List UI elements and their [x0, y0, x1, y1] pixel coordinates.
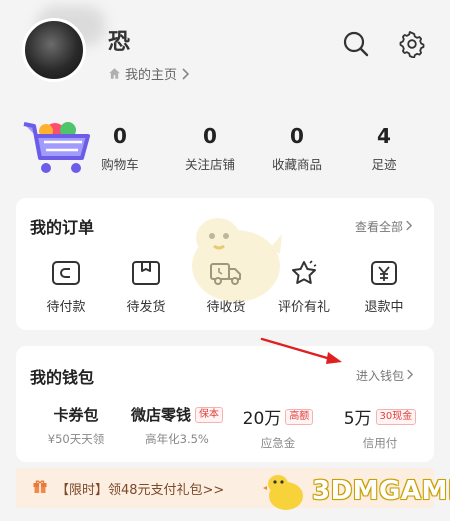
home-icon: [108, 67, 121, 80]
wallet-credit-tag: 30现金: [375, 408, 417, 425]
order-pending-payment-label: 待付款: [46, 300, 86, 315]
stat-favorites-value: 0: [290, 124, 304, 148]
wallet-change-title: 微店零钱: [130, 406, 191, 424]
annotation-arrow: [258, 336, 348, 370]
wallet-title: 我的钱包: [30, 368, 95, 387]
stat-favorites[interactable]: 0 收藏商品: [257, 124, 337, 173]
wallet-change[interactable]: 微店零钱 保本 高年化3.5%: [122, 404, 232, 447]
chevron-right-icon: [406, 369, 414, 383]
wallet-emergency-sub: 应急金: [260, 436, 296, 450]
wallet-coupons-title: 卡券包: [53, 406, 99, 424]
orders-view-all-link[interactable]: 查看全部: [355, 218, 413, 235]
wallet-card-icon: [26, 258, 106, 288]
wallet-change-sub: 高年化3.5%: [145, 432, 209, 446]
home-page-link[interactable]: 我的主页: [108, 64, 190, 83]
refund-yen-icon: [344, 258, 424, 288]
package-box-icon: [106, 258, 186, 288]
search-icon[interactable]: [340, 28, 372, 60]
wallet-change-tag: 保本: [195, 406, 223, 423]
stat-followed-shops-value: 0: [203, 124, 217, 148]
wallet-coupons-sub: ¥50天天领: [47, 432, 105, 446]
wallet-enter-link[interactable]: 进入钱包: [356, 367, 414, 384]
stat-footprints-label: 足迹: [371, 157, 397, 172]
wallet-credit-sub: 信用付: [362, 436, 398, 450]
promo-text: 【限时】领48元支付礼包>>: [56, 482, 225, 498]
wallet-emergency-fund[interactable]: 20万 高额 应急金: [236, 404, 320, 451]
stat-footprints[interactable]: 4 足迹: [344, 124, 424, 173]
avatar[interactable]: [22, 18, 86, 82]
orders-title: 我的订单: [30, 218, 95, 237]
wallet-emergency-tag: 高额: [285, 408, 314, 425]
settings-gear-icon[interactable]: [396, 28, 428, 60]
chevron-right-icon: [181, 67, 190, 80]
orders-view-all-label: 查看全部: [355, 220, 404, 234]
wallet-credit-pay[interactable]: 5万 30现金 信用付: [334, 404, 426, 451]
order-pending-shipment-label: 待发货: [126, 300, 166, 315]
wallet-emergency-amount: 20万: [242, 409, 282, 429]
watermark-logo: 3DMGAME: [262, 470, 450, 512]
order-pending-payment[interactable]: 待付款: [26, 258, 106, 315]
watermark-text: 3DMGAME: [312, 476, 450, 506]
watermark-duck: [178, 208, 288, 312]
stat-favorites-label: 收藏商品: [271, 157, 322, 172]
stat-footprints-value: 4: [377, 124, 391, 148]
home-link-label: 我的主页: [125, 68, 178, 83]
wallet-coupons[interactable]: 卡券包 ¥50天天领: [36, 404, 116, 447]
order-pending-shipment[interactable]: 待发货: [106, 258, 186, 315]
stat-cart-label: 购物车: [101, 157, 139, 172]
chevron-right-icon: [405, 220, 413, 234]
order-refund-label: 退款中: [364, 300, 404, 315]
stat-followed-shops[interactable]: 0 关注店铺: [170, 124, 250, 173]
gift-icon: [32, 478, 48, 498]
stat-cart[interactable]: 0 购物车: [80, 124, 160, 173]
wallet-credit-amount: 5万: [343, 409, 372, 429]
wallet-enter-label: 进入钱包: [356, 369, 405, 383]
order-refund[interactable]: 退款中: [344, 258, 424, 315]
username: 恐: [108, 30, 131, 55]
stat-followed-shops-label: 关注店铺: [184, 157, 235, 172]
stat-cart-value: 0: [113, 124, 127, 148]
